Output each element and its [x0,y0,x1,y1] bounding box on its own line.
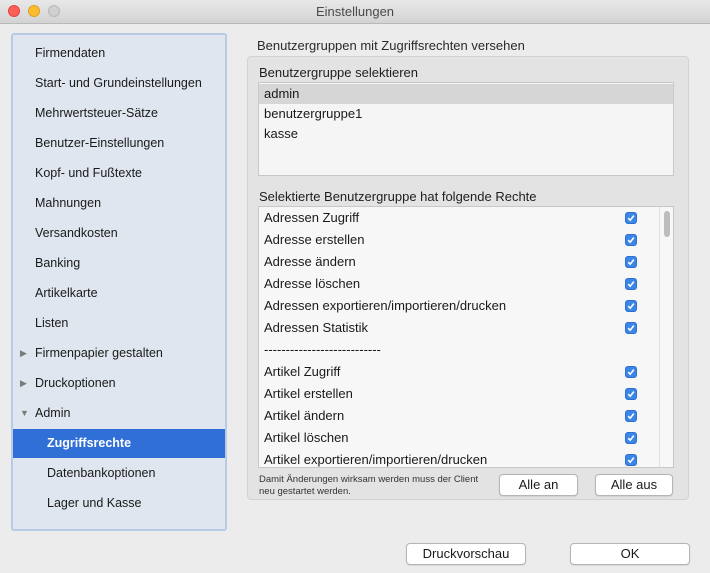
groups-label: Benutzergruppe selektieren [259,65,418,80]
settings-sidebar: Firmendaten Start- und Grundeinstellunge… [11,33,227,531]
window-title: Einstellungen [315,4,395,19]
group-name: kasse [264,126,298,141]
ok-button[interactable]: OK [570,543,690,565]
right-checkbox[interactable] [625,432,637,444]
right-checkbox[interactable] [625,322,637,334]
rights-row[interactable]: Adressen exportieren/importieren/drucken [259,295,657,317]
sidebar-item-firmendaten[interactable]: Firmendaten [13,39,225,68]
right-label: Artikel löschen [264,430,349,445]
group-name: benutzergruppe1 [264,106,363,121]
rights-row[interactable]: Artikel löschen [259,427,657,449]
sidebar-item-benutzer-einstellungen[interactable]: Benutzer-Einstellungen [13,129,225,158]
rights-scrollbar[interactable] [659,207,673,467]
rights-row[interactable]: Adressen Zugriff [259,207,657,229]
sidebar-item-kopf-fusstexte[interactable]: Kopf- und Fußtexte [13,159,225,188]
list-item-group[interactable]: admin [259,84,673,104]
sidebar-item-label: Artikelkarte [35,286,98,300]
right-checkbox[interactable] [625,278,637,290]
sidebar-item-firmenpapier[interactable]: ▶ Firmenpapier gestalten [13,339,225,368]
sidebar-item-label: Start- und Grundeinstellungen [35,76,202,90]
sidebar-item-label: Kopf- und Fußtexte [35,166,143,180]
rights-row[interactable]: Adresse löschen [259,273,657,295]
scrollbar-thumb[interactable] [664,211,670,237]
right-label: Artikel erstellen [264,386,353,401]
rights-row[interactable]: Artikel Zugriff [259,361,657,383]
right-label: Adressen Statistik [264,320,369,335]
all-off-button[interactable]: Alle aus [595,474,673,496]
user-group-list[interactable]: admin benutzergruppe1 kasse [258,82,674,176]
separator-row: --------------------------- [259,339,657,361]
rights-list[interactable]: Adressen Zugriff Adresse erstellen Adres… [258,206,674,468]
right-label: Artikel exportieren/importieren/drucken [264,452,488,467]
rights-label: Selektierte Benutzergruppe hat folgende … [259,189,537,204]
sidebar-item-label: Firmendaten [35,46,106,60]
right-checkbox[interactable] [625,300,637,312]
right-checkbox[interactable] [625,366,637,378]
sidebar-item-label: Versandkosten [35,226,118,240]
right-label: Artikel ändern [264,408,345,423]
sidebar-item-start-grundeinstellungen[interactable]: Start- und Grundeinstellungen [13,69,225,98]
disclosure-triangle-collapsed-icon[interactable]: ▶ [20,369,27,398]
right-checkbox[interactable] [625,410,637,422]
right-label: Adressen exportieren/importieren/drucken [264,298,507,313]
section-title: Benutzergruppen mit Zugriffsrechten vers… [257,38,525,53]
preferences-window: Einstellungen Firmendaten Start- und Gru… [0,0,710,573]
list-item-group[interactable]: kasse [259,124,673,144]
sidebar-item-label: Druckoptionen [35,376,116,390]
right-label: Adresse ändern [264,254,356,269]
disclosure-triangle-collapsed-icon[interactable]: ▶ [20,339,27,368]
sidebar-item-banking[interactable]: Banking [13,249,225,278]
sidebar-item-label: Benutzer-Einstellungen [35,136,165,150]
sidebar-item-mehrwertsteuer[interactable]: Mehrwertsteuer-Sätze [13,99,225,128]
rights-row[interactable]: Artikel erstellen [259,383,657,405]
sidebar-item-druckoptionen[interactable]: ▶ Druckoptionen [13,369,225,398]
right-checkbox[interactable] [625,212,637,224]
sidebar-item-lager-kasse[interactable]: Lager und Kasse [13,489,225,518]
sidebar-item-datenbankoptionen[interactable]: Datenbankoptionen [13,459,225,488]
rights-row[interactable]: Adressen Statistik [259,317,657,339]
restart-note: Damit Änderungen wirksam werden muss der… [259,474,479,497]
sidebar-item-label: Listen [35,316,69,330]
right-label: Adresse erstellen [264,232,365,247]
sidebar-item-label: Mahnungen [35,196,102,210]
sidebar-item-label: Mehrwertsteuer-Sätze [35,106,158,120]
sidebar-item-admin[interactable]: ▼ Admin [13,399,225,428]
sidebar-item-label: Zugriffsrechte [47,436,132,450]
right-label: Adresse löschen [264,276,361,291]
right-checkbox[interactable] [625,388,637,400]
separator-label: --------------------------- [264,342,381,357]
sidebar-item-zugriffsrechte[interactable]: Zugriffsrechte [13,429,225,458]
title-bar: Einstellungen [0,0,710,24]
rights-row[interactable]: Artikel ändern [259,405,657,427]
sidebar-item-label: Banking [35,256,81,270]
right-checkbox[interactable] [625,234,637,246]
list-item-group[interactable]: benutzergruppe1 [259,104,673,124]
sidebar-item-mahnungen[interactable]: Mahnungen [13,189,225,218]
group-name: admin [264,86,300,101]
sidebar-item-versandkosten[interactable]: Versandkosten [13,219,225,248]
sidebar-item-artikelkarte[interactable]: Artikelkarte [13,279,225,308]
rights-row[interactable]: Artikel exportieren/importieren/drucken [259,449,657,467]
sidebar-item-label: Lager und Kasse [47,496,142,510]
sidebar-item-label: Datenbankoptionen [47,466,156,480]
print-preview-button[interactable]: Druckvorschau [406,543,526,565]
sidebar-item-label: Firmenpapier gestalten [35,346,163,360]
right-label: Adressen Zugriff [264,210,360,225]
all-on-button[interactable]: Alle an [499,474,578,496]
right-label: Artikel Zugriff [264,364,341,379]
sidebar-item-label: Admin [35,406,71,420]
right-checkbox[interactable] [625,256,637,268]
right-checkbox[interactable] [625,454,637,466]
rights-row[interactable]: Adresse ändern [259,251,657,273]
disclosure-triangle-expanded-icon[interactable]: ▼ [20,399,29,428]
rights-row[interactable]: Adresse erstellen [259,229,657,251]
sidebar-item-listen[interactable]: Listen [13,309,225,338]
